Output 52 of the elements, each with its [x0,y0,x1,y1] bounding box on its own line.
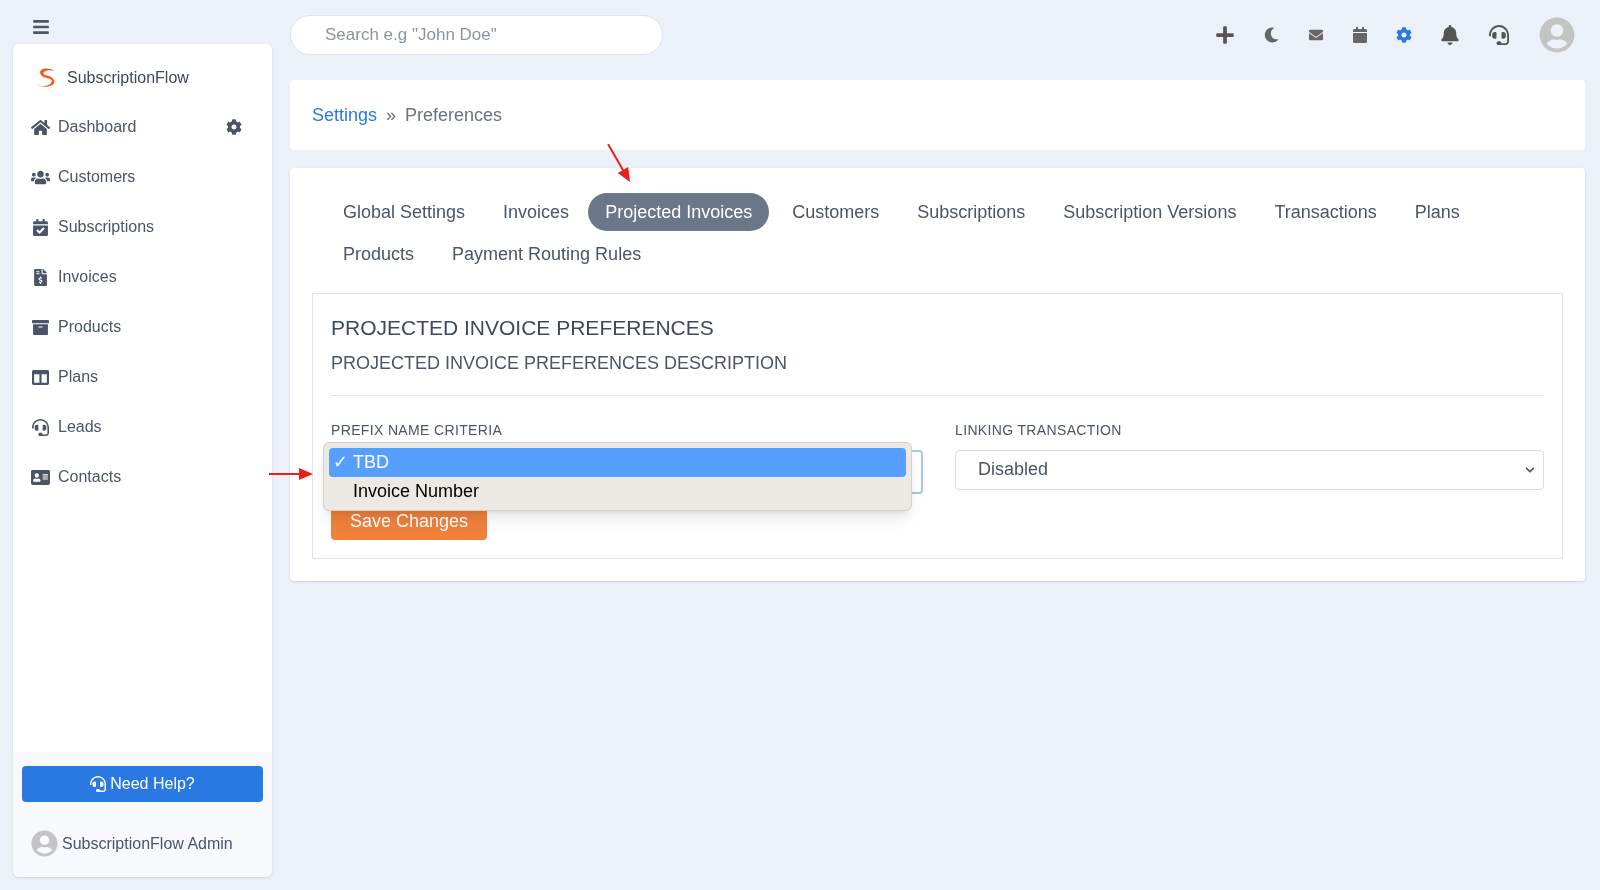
settings-icon[interactable] [1396,27,1412,43]
sidebar-item[interactable]: Leads [31,415,102,439]
sidebar-item[interactable]: Invoices [31,265,117,289]
select-field[interactable]: Disabled [955,449,1544,490]
tab[interactable]: Transactions [1255,193,1396,231]
field-label: PREFIX NAME CRITERIA [331,420,504,440]
bell-icon[interactable] [1441,25,1459,45]
brand-name: SubscriptionFlow [67,68,189,88]
archive-box-icon [31,318,50,336]
mail-icon[interactable] [1308,28,1324,42]
people-icon [31,168,50,186]
plus-icon[interactable] [1215,25,1235,45]
home-icon [31,118,50,136]
help-button[interactable]: Need Help? [22,766,263,802]
dropdown-option[interactable]: Invoice Number [329,478,906,505]
tab[interactable]: Invoices [484,193,589,231]
breadcrumb-link[interactable]: Settings [312,101,378,129]
section-description: PROJECTED INVOICE PREFERENCES DESCRIPTION [331,351,789,375]
avatar-icon [31,830,58,857]
tab[interactable]: Plans [1395,193,1479,231]
sidebar-item[interactable]: Dashboard [31,115,137,139]
tab[interactable]: Subscriptions [898,193,1045,231]
invoice-icon [31,268,50,286]
sidebar-item[interactable]: Products [31,315,122,339]
columns-icon [31,368,50,386]
section-title: PROJECTED INVOICE PREFERENCES [331,315,715,341]
tab[interactable]: Projected Invoices [588,193,770,231]
sidebar-item[interactable]: Subscriptions [31,215,155,239]
headset-icon[interactable] [1488,25,1510,45]
sidebar-item[interactable]: Customers [31,165,136,189]
user-name: SubscriptionFlow Admin [62,833,233,854]
tab[interactable]: Subscription Versions [1044,193,1256,231]
headset-icon [31,418,50,436]
breadcrumb-current: Preferences [405,103,503,127]
menu-icon[interactable] [30,18,52,36]
sidebar-item[interactable]: Contacts [31,465,122,489]
tab[interactable]: Products [324,235,434,273]
calendar-check-icon [31,218,50,236]
moon-icon[interactable] [1264,27,1279,43]
contact-card-icon [31,468,50,486]
search-field[interactable]: Search e.g "John Doe" [290,15,663,55]
breadcrumb-separator: » [386,103,397,127]
tab[interactable]: Customers [773,193,899,231]
field-label: LINKING TRANSACTION [955,420,1123,440]
headset-icon [90,776,107,792]
annotation-arrow [269,466,313,481]
sidebar-item[interactable]: Plans [31,365,99,389]
settings-icon[interactable] [226,119,242,135]
chevron-down-icon [1525,464,1535,475]
calendar-icon[interactable] [1353,27,1367,43]
tab[interactable]: Payment Routing Rules [433,235,661,273]
tab[interactable]: Global Settings [324,193,485,231]
